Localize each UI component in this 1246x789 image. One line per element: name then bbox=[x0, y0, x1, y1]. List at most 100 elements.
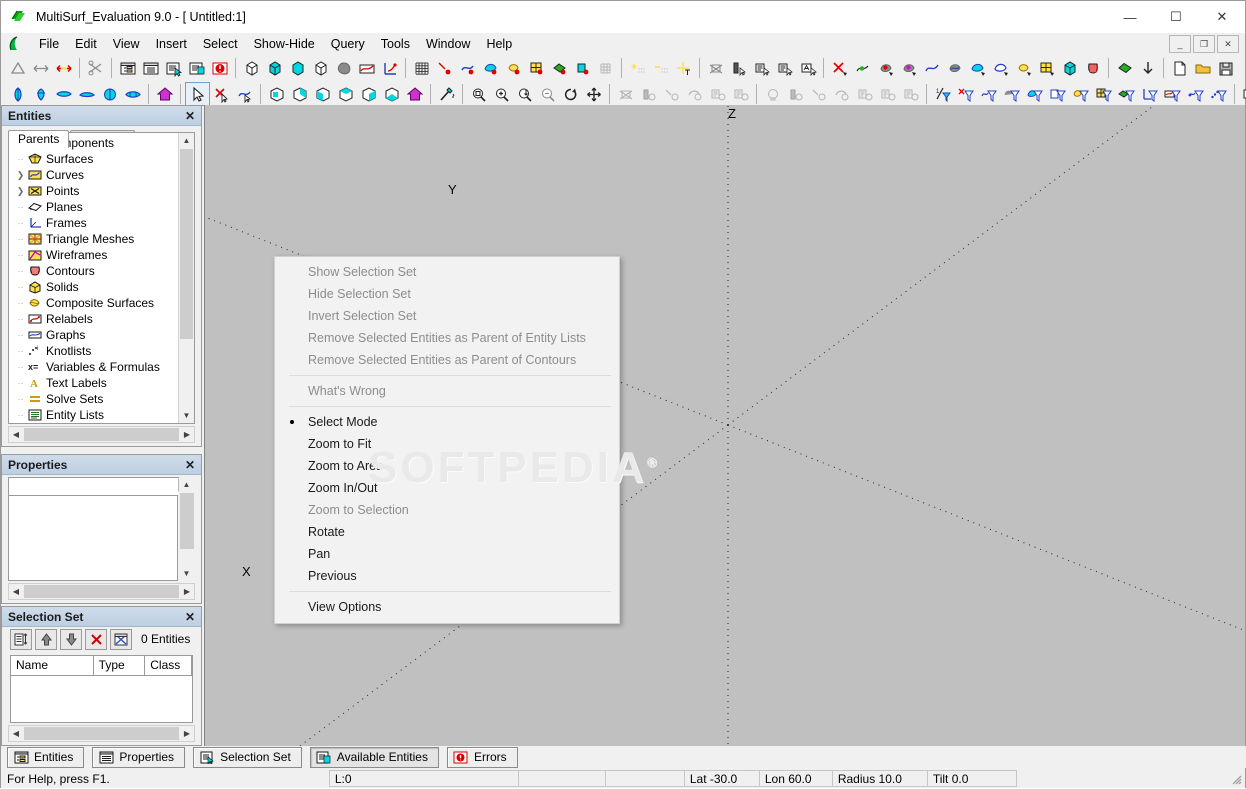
list-entity2-icon[interactable] bbox=[773, 57, 796, 79]
close-button[interactable]: ✕ bbox=[1199, 1, 1245, 33]
surface-cyan-icon[interactable] bbox=[966, 57, 989, 79]
tree-item-graphs[interactable]: ··Graphs bbox=[9, 327, 194, 343]
menu-item-query[interactable]: Query bbox=[323, 34, 373, 54]
sort-entities-button[interactable] bbox=[10, 629, 32, 650]
tile-windows-icon[interactable] bbox=[1239, 83, 1246, 105]
context-menu-item-select-mode[interactable]: Select Mode bbox=[275, 411, 619, 433]
menu-item-edit[interactable]: Edit bbox=[67, 34, 105, 54]
show-list3-icon[interactable] bbox=[899, 83, 922, 105]
menu-item-select[interactable]: Select bbox=[195, 34, 246, 54]
context-menu-item-zoom-in-out[interactable]: Zoom In/Out bbox=[275, 477, 619, 499]
maximize-button[interactable]: ☐ bbox=[1153, 1, 1199, 33]
move-up-button[interactable] bbox=[35, 629, 57, 650]
tree-item-text-labels[interactable]: ··AText Labels bbox=[9, 375, 194, 391]
filter-frame-icon[interactable] bbox=[1138, 83, 1161, 105]
filter-solid-icon[interactable] bbox=[1046, 83, 1069, 105]
view-iso4-icon[interactable] bbox=[334, 83, 357, 105]
rotate-icon[interactable] bbox=[559, 83, 582, 105]
select-mode-icon[interactable] bbox=[185, 82, 210, 106]
menu-item-tools[interactable]: Tools bbox=[373, 34, 418, 54]
context-menu-item-zoom-to-area[interactable]: Zoom to Area bbox=[275, 455, 619, 477]
snap-icon[interactable] bbox=[672, 57, 695, 79]
curve-entity-icon[interactable] bbox=[456, 57, 479, 79]
prop-scroll-down-icon[interactable]: ▼ bbox=[179, 566, 194, 581]
scroll-right-icon[interactable]: ▶ bbox=[180, 430, 194, 439]
save-file-icon[interactable] bbox=[1214, 57, 1237, 79]
hscroll-thumb[interactable] bbox=[24, 428, 179, 441]
view-top-icon[interactable] bbox=[29, 83, 52, 105]
context-menu-item-rotate[interactable]: Rotate bbox=[275, 521, 619, 543]
show-bar-icon[interactable] bbox=[784, 83, 807, 105]
show-surf-icon[interactable] bbox=[830, 83, 853, 105]
mesh-entity-icon[interactable] bbox=[525, 57, 548, 79]
zoom-inout-icon[interactable] bbox=[513, 83, 536, 105]
view-iso2-icon[interactable] bbox=[288, 83, 311, 105]
filter-plane-icon[interactable] bbox=[1115, 83, 1138, 105]
tree-item-variables-formulas[interactable]: ··x=Variables & Formulas bbox=[9, 359, 194, 375]
insert-down-icon[interactable] bbox=[1136, 57, 1159, 79]
bottom-tab-selection-set[interactable]: Selection Set bbox=[193, 747, 302, 768]
tree-item-points[interactable]: ❯Points bbox=[9, 183, 194, 199]
grid-alt-icon[interactable] bbox=[594, 57, 617, 79]
show-x-icon[interactable] bbox=[807, 83, 830, 105]
view-iso1-icon[interactable] bbox=[265, 83, 288, 105]
home-view2-icon[interactable] bbox=[403, 83, 426, 105]
delete-point-icon[interactable] bbox=[828, 57, 851, 79]
bottom-tab-entities[interactable]: Entities bbox=[7, 747, 84, 768]
shaded-view-icon[interactable] bbox=[263, 57, 286, 79]
tree-item-composite-surfaces[interactable]: ··Composite Surfaces bbox=[9, 295, 194, 311]
filter-composite-icon[interactable] bbox=[1069, 83, 1092, 105]
mdi-restore-button[interactable]: ❐ bbox=[1193, 35, 1215, 53]
magnet-icon[interactable] bbox=[874, 57, 897, 79]
entities-panel-icon[interactable] bbox=[116, 57, 139, 79]
select-curve-icon[interactable] bbox=[233, 83, 256, 105]
scroll-down-icon[interactable]: ▼ bbox=[179, 408, 194, 423]
document-icon[interactable] bbox=[8, 36, 26, 52]
mdi-close-button[interactable]: ✕ bbox=[1217, 35, 1239, 53]
frame-icon[interactable] bbox=[378, 57, 401, 79]
sel-scroll-right-icon[interactable]: ▶ bbox=[180, 729, 194, 738]
tree-item-contours[interactable]: ··Contours bbox=[9, 263, 194, 279]
properties-horizontal-scrollbar[interactable]: ◀ ▶ bbox=[8, 583, 195, 600]
show-all-icon[interactable] bbox=[761, 83, 784, 105]
tree-item-knotlists[interactable]: ··iKnotlists bbox=[9, 343, 194, 359]
filter-surface-icon[interactable] bbox=[1023, 83, 1046, 105]
composite-entity-icon[interactable] bbox=[502, 57, 525, 79]
view-side2-icon[interactable] bbox=[75, 83, 98, 105]
menu-item-show-hide[interactable]: Show-Hide bbox=[246, 34, 323, 54]
expand-chevron-icon[interactable]: ❯ bbox=[15, 186, 26, 197]
selection-horizontal-scrollbar[interactable]: ◀ ▶ bbox=[8, 725, 195, 742]
selection-column-name[interactable]: Name bbox=[11, 656, 94, 675]
bottom-tab-properties[interactable]: Properties bbox=[92, 747, 185, 768]
solid-cyan-icon[interactable] bbox=[1058, 57, 1081, 79]
point-entity-icon[interactable] bbox=[433, 57, 456, 79]
menu-item-file[interactable]: File bbox=[31, 34, 67, 54]
bottom-tab-available-entities[interactable]: Available Entities bbox=[310, 747, 439, 768]
minimize-button[interactable]: — bbox=[1107, 1, 1153, 33]
hide-surf-icon[interactable] bbox=[683, 83, 706, 105]
filter-fraction-icon[interactable]: 1 bbox=[931, 83, 954, 105]
filter-point-icon[interactable] bbox=[954, 83, 977, 105]
prop-scroll-right-icon[interactable]: ▶ bbox=[180, 587, 194, 596]
view-body-icon[interactable] bbox=[121, 83, 144, 105]
scroll-up-icon[interactable]: ▲ bbox=[179, 133, 194, 148]
mesh-yellow-icon[interactable] bbox=[1035, 57, 1058, 79]
home-view-icon[interactable] bbox=[153, 83, 176, 105]
hidden-line-view-icon[interactable] bbox=[309, 57, 332, 79]
deselect-icon[interactable] bbox=[210, 83, 233, 105]
hide-list-icon[interactable] bbox=[706, 83, 729, 105]
properties-panel-close-icon[interactable]: ✕ bbox=[183, 459, 197, 471]
show-list2-icon[interactable] bbox=[876, 83, 899, 105]
view-side-icon[interactable] bbox=[52, 83, 75, 105]
move-down-button[interactable] bbox=[60, 629, 82, 650]
selection-column-type[interactable]: Type bbox=[94, 656, 146, 675]
new-file-icon[interactable] bbox=[1168, 57, 1191, 79]
show-entity-icon[interactable] bbox=[727, 57, 750, 79]
menu-item-view[interactable]: View bbox=[105, 34, 148, 54]
entities-tree-scrollbar[interactable]: ▲ ▼ bbox=[178, 133, 194, 423]
minus-point-icon[interactable] bbox=[649, 57, 672, 79]
bottom-tab-errors[interactable]: Errors bbox=[447, 747, 518, 768]
zoom-in-icon[interactable] bbox=[490, 83, 513, 105]
tree-item-frames[interactable]: ··Frames bbox=[9, 215, 194, 231]
tree-item-solids[interactable]: ··Solids bbox=[9, 279, 194, 295]
